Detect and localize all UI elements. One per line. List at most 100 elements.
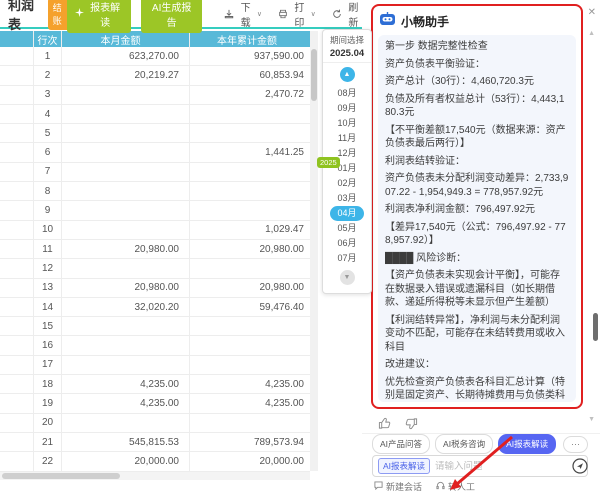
table-row: 21 545,815.53 789,573.94 (0, 433, 310, 452)
message-paragraph: ████ 风险诊断： (385, 252, 569, 266)
quick-action-pill[interactable]: AI税务咨询 (435, 434, 493, 454)
analyze-button[interactable]: 报表解读 (67, 0, 131, 33)
red-annotation-box: 小畅助手 第一步 数据完整性检查 资产负债表平衡验证： 资产总计（30行）：4,… (371, 4, 583, 409)
month-amount-column-header: 本月金额 (62, 31, 190, 47)
refresh-label: 刷新 (345, 0, 362, 29)
table-body: 1 623,270.00 937,590.00 2 20,219.27 60,8… (0, 47, 310, 472)
download-icon (224, 9, 234, 19)
month-item[interactable]: 05月 (330, 221, 364, 236)
ai-generate-report-button[interactable]: AI生成报告 (141, 0, 202, 33)
new-conversation-label: 新建会话 (386, 480, 422, 493)
project-cell (0, 240, 34, 258)
row-no-cell: 12 (34, 259, 62, 277)
refresh-button[interactable]: 刷新 (332, 0, 362, 29)
row-no-cell: 10 (34, 221, 62, 239)
table-row: 15 (0, 317, 310, 336)
year-amount-cell: 20,980.00 (190, 279, 310, 297)
chat-bubble-icon (374, 481, 383, 492)
row-no-cell: 9 (34, 201, 62, 219)
row-no-cell: 7 (34, 163, 62, 181)
table-row: 4 (0, 105, 310, 124)
month-amount-cell (62, 163, 190, 181)
message-paragraph: 【利润结转异常】，净利润与未分配利润变动不匹配，可能存在未结转费用或收入科目 (385, 314, 569, 355)
month-amount-cell (62, 221, 190, 239)
period-scroll-up-button[interactable]: ▲ (340, 67, 355, 82)
thumbs-up-button[interactable] (378, 417, 391, 430)
table-row: 18 4,235.00 4,235.00 (0, 375, 310, 394)
project-cell (0, 394, 34, 412)
month-amount-cell (62, 356, 190, 374)
table-vertical-scrollbar[interactable] (310, 31, 318, 471)
feedback-row (362, 413, 600, 433)
month-amount-cell: 20,980.00 (62, 279, 190, 297)
table-row: 9 (0, 201, 310, 220)
year-amount-cell: 60,853.94 (190, 66, 310, 84)
report-area: 利润表 结账 报表解读 AI生成报告 下载 ∨ (0, 0, 362, 498)
table-row: 20 (0, 414, 310, 433)
year-amount-cell (190, 259, 310, 277)
close-icon[interactable]: ✕ (588, 7, 596, 18)
period-scroll-down-button[interactable]: ▼ (340, 270, 355, 285)
year-amount-cell (190, 414, 310, 432)
row-no-cell: 18 (34, 375, 62, 393)
send-button[interactable] (572, 458, 588, 474)
row-no-cell: 15 (34, 317, 62, 335)
year-amount-column-header: 本年累计金额 (190, 31, 310, 47)
month-amount-cell: 623,270.00 (62, 47, 190, 65)
project-cell (0, 356, 34, 374)
project-cell (0, 375, 34, 393)
period-selector-title: 期间选择 (323, 34, 371, 46)
year-amount-cell: 59,476.40 (190, 298, 310, 316)
transfer-to-human-button[interactable]: 转人工 (436, 480, 475, 493)
thumbs-down-button[interactable] (405, 417, 418, 430)
month-amount-cell: 20,219.27 (62, 66, 190, 84)
print-label: 打印 (291, 0, 308, 29)
quick-action-row: AI产品问答 AI税务咨询 AI报表解读 ⋯ (362, 433, 600, 454)
month-item[interactable]: 06月 (330, 236, 364, 251)
new-conversation-button[interactable]: 新建会话 (374, 480, 422, 493)
month-amount-cell: 4,235.00 (62, 375, 190, 393)
download-button[interactable]: 下载 ∨ (224, 0, 262, 29)
month-item[interactable]: 11月 (330, 131, 364, 146)
project-cell (0, 47, 34, 65)
chat-scrollbar-thumb[interactable] (593, 313, 598, 341)
year-amount-cell: 1,441.25 (190, 143, 310, 161)
row-no-cell: 6 (34, 143, 62, 161)
month-amount-cell: 20,980.00 (62, 240, 190, 258)
month-item[interactable]: 09月 (330, 101, 364, 116)
message-paragraph: 利润表净利润金额：796,497.92元 (385, 203, 569, 217)
month-item[interactable]: 04月 (330, 206, 364, 221)
year-amount-cell (190, 201, 310, 219)
month-item[interactable]: 07月 (330, 251, 364, 266)
month-item[interactable]: 02月 (330, 176, 364, 191)
scrollbar-thumb[interactable] (311, 49, 317, 101)
year-amount-cell: 4,235.00 (190, 394, 310, 412)
month-amount-cell (62, 124, 190, 142)
ai-assistant-panel: 小畅助手 第一步 数据完整性检查 资产负债表平衡验证： 资产总计（30行）：4,… (362, 0, 600, 498)
month-amount-cell (62, 259, 190, 277)
month-item[interactable]: 03月 (330, 191, 364, 206)
chat-input[interactable] (435, 461, 567, 472)
table-horizontal-scrollbar[interactable] (0, 472, 310, 480)
row-no-cell: 17 (34, 356, 62, 374)
chat-scroll-down-icon[interactable]: ▼ (588, 416, 595, 423)
year-amount-cell: 1,029.47 (190, 221, 310, 239)
table-row: 2 20,219.27 60,853.94 (0, 66, 310, 85)
row-no-cell: 22 (34, 452, 62, 470)
month-item[interactable]: 08月 (330, 86, 364, 101)
month-item[interactable]: 10月 (330, 116, 364, 131)
more-actions-button[interactable]: ⋯ (563, 436, 588, 453)
year-amount-cell (190, 124, 310, 142)
chat-scroll-up-icon[interactable]: ▲ (588, 30, 595, 37)
assistant-message-bubble: 第一步 数据完整性检查 资产负债表平衡验证： 资产总计（30行）：4,460,7… (378, 35, 576, 402)
month-amount-cell (62, 143, 190, 161)
scrollbar-thumb[interactable] (2, 473, 120, 479)
row-no-cell: 5 (34, 124, 62, 142)
row-no-cell: 4 (34, 105, 62, 123)
print-button[interactable]: 打印 ∨ (278, 0, 316, 29)
quick-action-pill[interactable]: AI产品问答 (372, 434, 430, 454)
quick-action-pill[interactable]: AI报表解读 (498, 434, 556, 454)
month-amount-cell: 32,020.20 (62, 298, 190, 316)
project-cell (0, 317, 34, 335)
year-amount-cell: 789,573.94 (190, 433, 310, 451)
